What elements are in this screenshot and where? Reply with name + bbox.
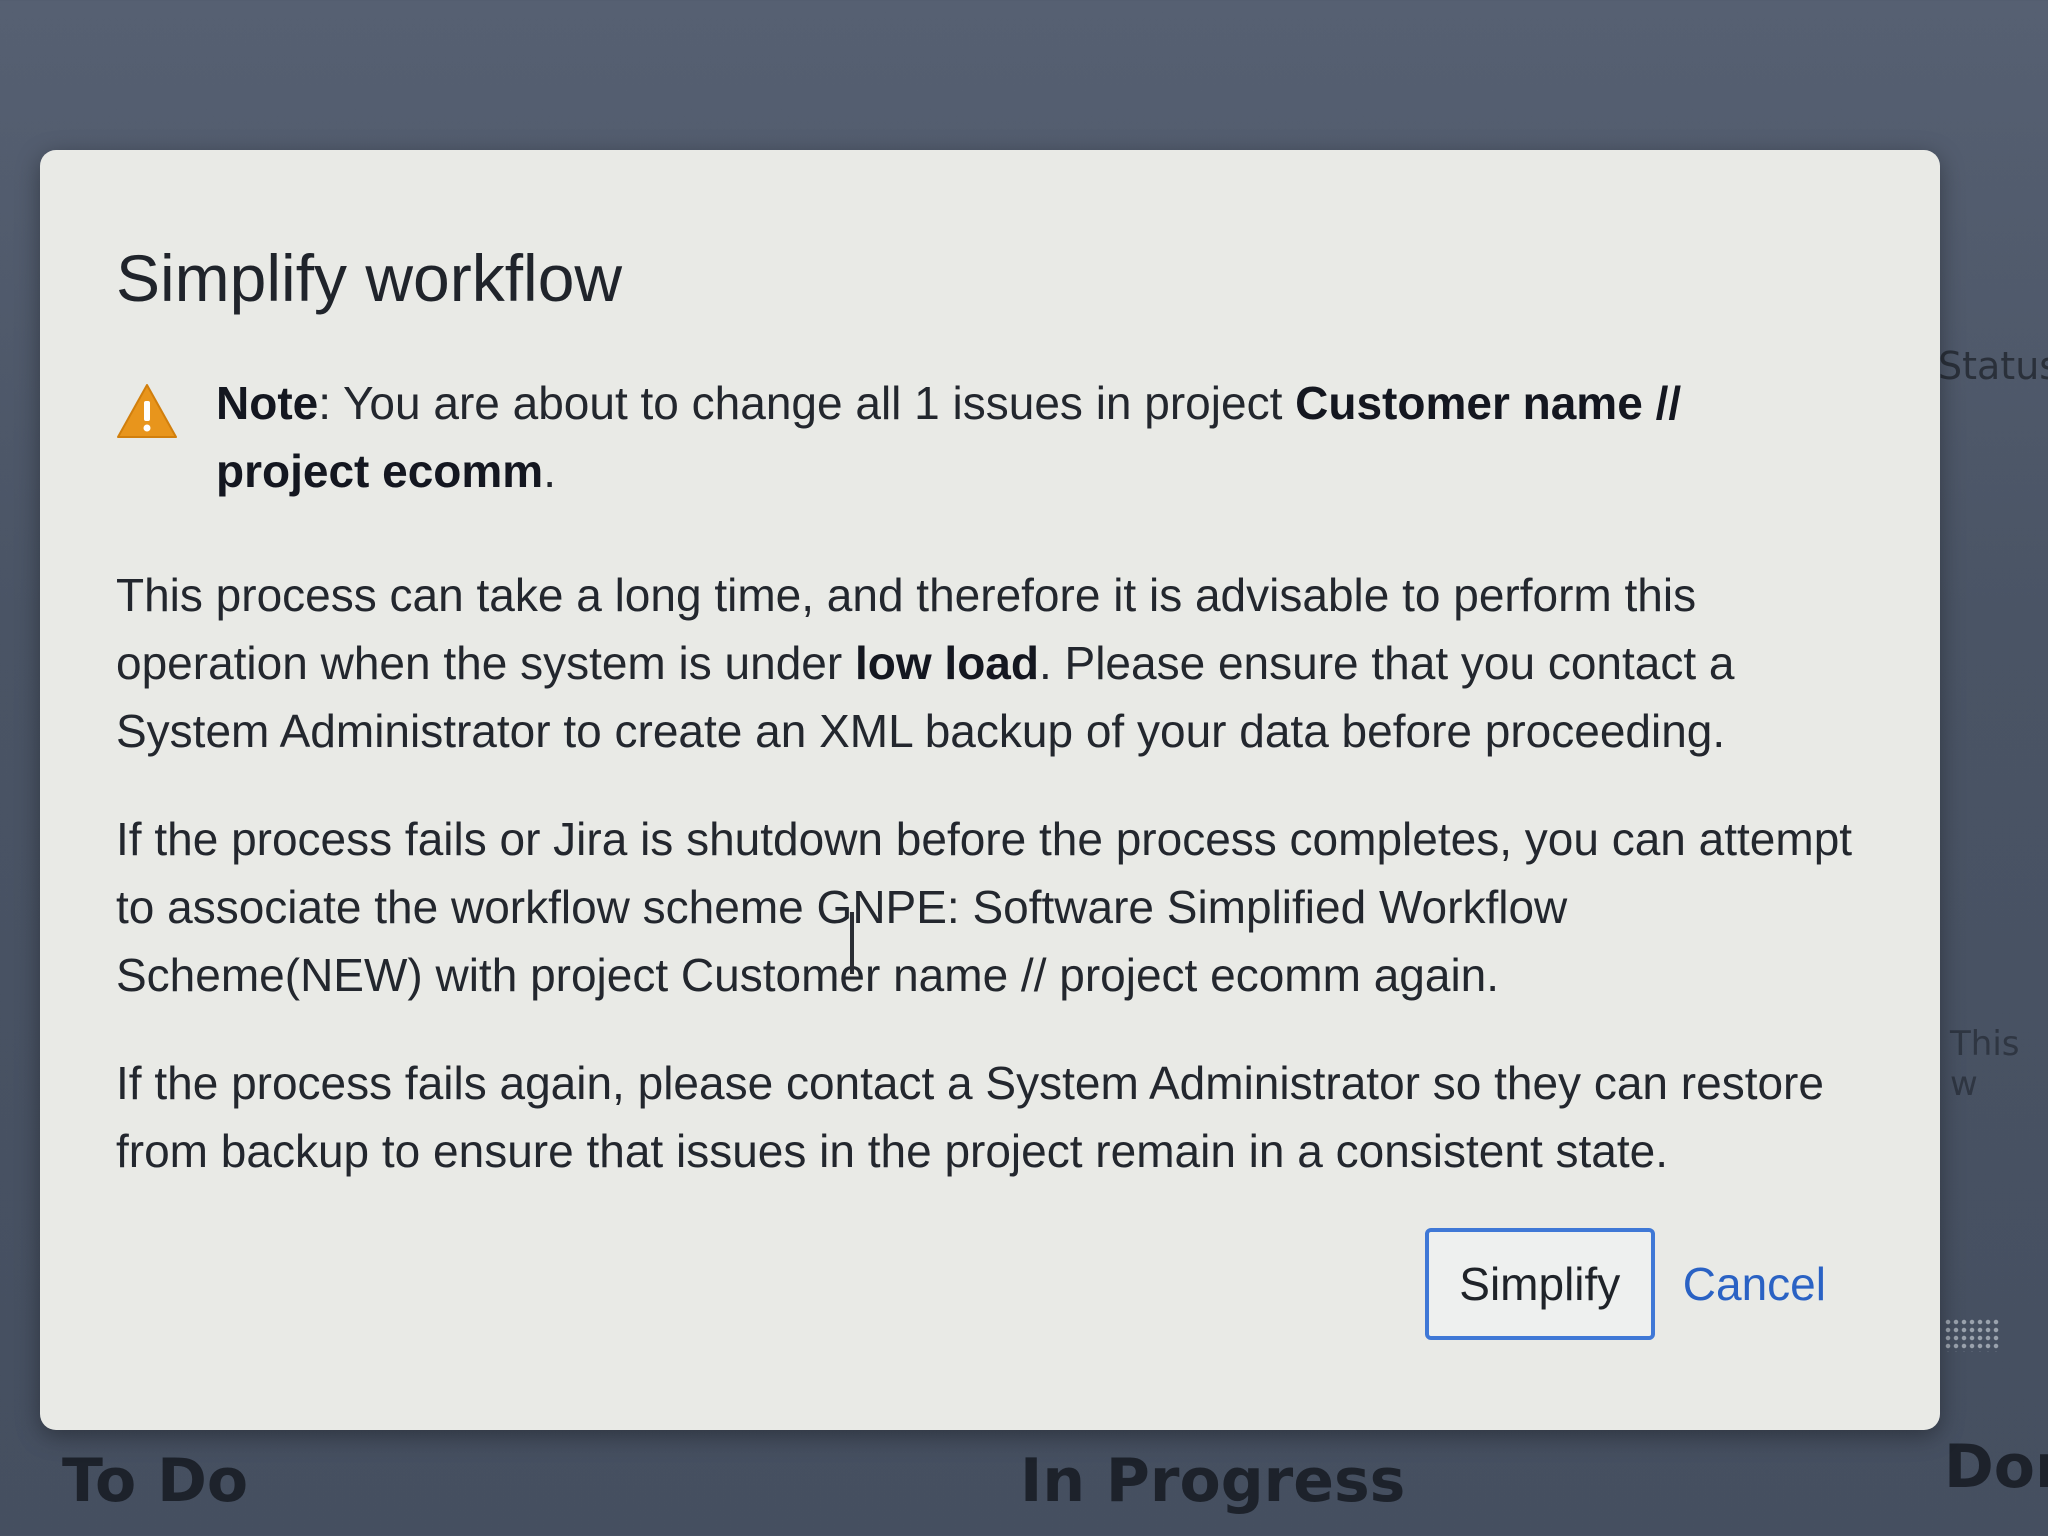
low-load-emphasis: low load (854, 636, 1039, 689)
warning-note: Note: You are about to change all 1 issu… (116, 369, 1870, 505)
column-header-todo: To Do (62, 1446, 249, 1516)
drag-handle-icon[interactable] (1944, 1318, 2000, 1352)
text-cursor-icon (850, 912, 854, 974)
cancel-button[interactable]: Cancel (1679, 1257, 1830, 1311)
dialog-title: Simplify workflow (116, 241, 623, 315)
warning-icon (117, 383, 177, 438)
process-warning-paragraph: This process can take a long time, and t… (116, 561, 1870, 765)
note-body: : You are about to change all 1 issues i… (318, 376, 1296, 429)
column-header-in-progress: In Progress (1020, 1446, 1406, 1516)
failure-recovery-paragraph: If the process fails or Jira is shutdown… (116, 812, 1853, 1001)
background-hint-text: This w (1950, 1024, 2020, 1104)
dialog-actions: Simplify Cancel (1424, 1228, 1830, 1340)
column-header-done: Dor (1944, 1432, 2048, 1502)
note-label: Note (216, 376, 319, 429)
restore-backup-paragraph: If the process fails again, please conta… (116, 1056, 1824, 1177)
note-end: . (543, 444, 556, 497)
note-text: Note: You are about to change all 1 issu… (216, 369, 1736, 505)
simplify-workflow-dialog: Simplify workflow Note: You are about to… (40, 150, 1940, 1430)
simplify-button[interactable]: Simplify (1424, 1228, 1655, 1340)
column-status-label: Status (1938, 344, 2048, 388)
